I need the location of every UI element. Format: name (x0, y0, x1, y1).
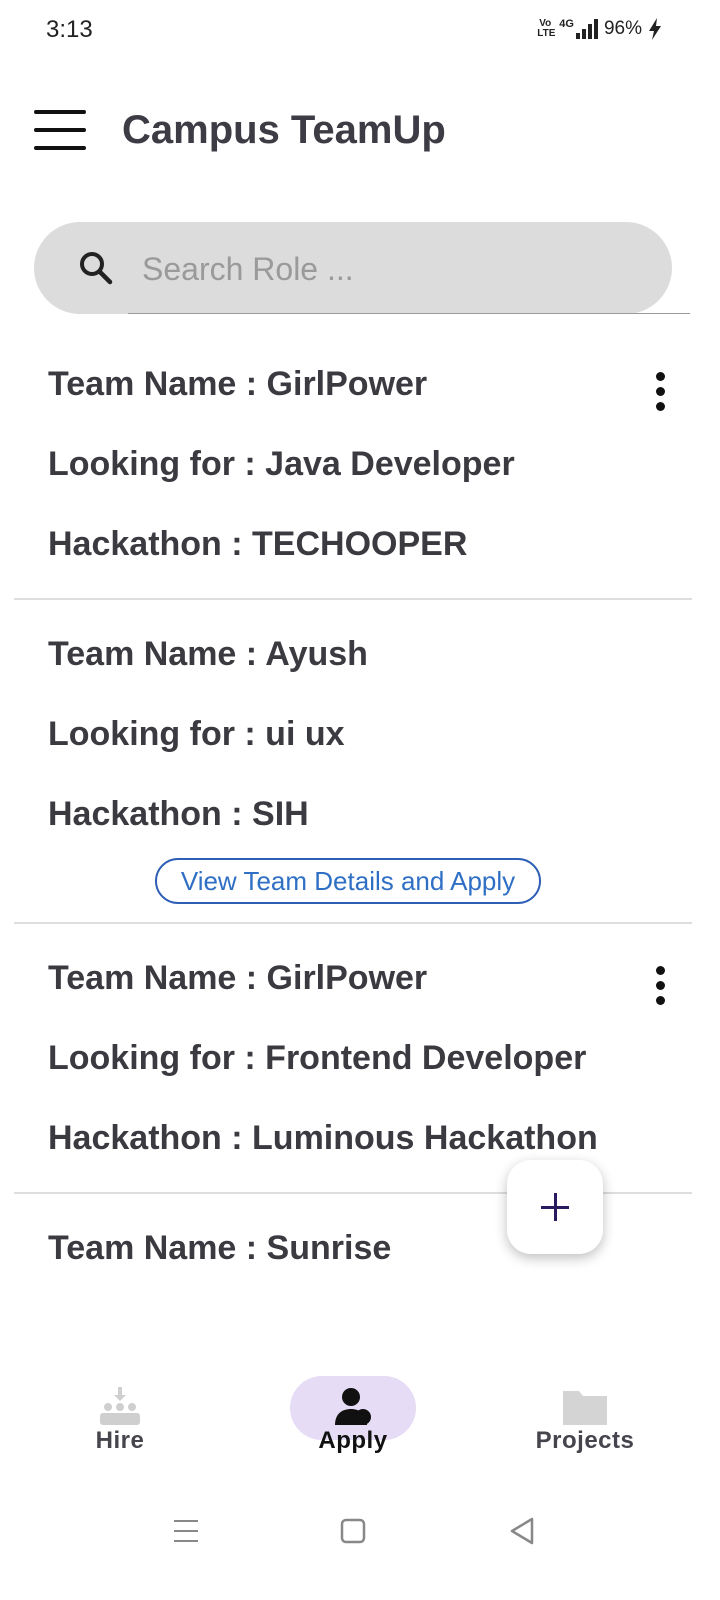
view-team-apply-button[interactable]: View Team Details and Apply (155, 858, 541, 904)
battery-percent: 96% (603, 18, 642, 39)
looking-for: Looking for : Java Developer (48, 445, 515, 483)
recents-icon[interactable] (166, 1511, 206, 1551)
nav-apply[interactable]: Apply (273, 1375, 433, 1465)
status-bar: 3:13 Vo LTE 4G 96% (0, 0, 720, 64)
hackathon: Hackathon : TECHOOPER (48, 525, 468, 563)
network-type: 4G (559, 18, 574, 30)
nav-hire-label: Hire (95, 1427, 145, 1454)
search-input[interactable] (142, 246, 642, 292)
status-time: 3:13 (46, 16, 93, 43)
charging-icon (649, 18, 661, 40)
hackathon: Hackathon : SIH (48, 795, 309, 833)
team-card[interactable]: Team Name : GirlPower Looking for : Java… (14, 330, 692, 600)
app-bar: Campus TeamUp (0, 88, 720, 176)
looking-for: Looking for : ui ux (48, 715, 345, 753)
team-card[interactable]: Team Name : Ayush Looking for : ui ux Ha… (14, 600, 692, 924)
more-options-icon[interactable] (652, 372, 668, 412)
folder-icon (563, 1391, 607, 1425)
bottom-nav: Hire Apply Projects (0, 1345, 720, 1485)
back-icon[interactable] (502, 1511, 542, 1551)
nav-projects-label: Projects (535, 1427, 635, 1454)
team-name: Team Name : GirlPower (48, 365, 428, 403)
more-options-icon[interactable] (652, 966, 668, 1006)
home-icon[interactable] (333, 1511, 373, 1551)
search-underline (128, 313, 690, 314)
nav-apply-label: Apply (318, 1427, 388, 1454)
nav-projects[interactable]: Projects (505, 1375, 665, 1465)
search-icon (80, 252, 113, 285)
nav-hire[interactable]: Hire (40, 1375, 200, 1465)
person-icon (335, 1388, 371, 1425)
team-card[interactable]: Team Name : GirlPower Looking for : Fron… (14, 924, 692, 1194)
team-name: Team Name : Ayush (48, 635, 368, 673)
menu-icon[interactable] (34, 108, 88, 152)
status-icons: Vo LTE 4G 96% (537, 18, 662, 40)
team-name: Team Name : GirlPower (48, 959, 428, 997)
volte-icon: Vo LTE (537, 18, 556, 39)
group-icon (100, 1387, 140, 1425)
add-team-button[interactable] (507, 1160, 603, 1254)
signal-icon (575, 19, 598, 39)
system-nav (0, 1485, 720, 1600)
search-bar[interactable] (34, 222, 690, 314)
team-list[interactable]: Team Name : GirlPower Looking for : Java… (0, 330, 720, 1345)
looking-for: Looking for : Frontend Developer (48, 1039, 587, 1077)
app-title: Campus TeamUp (122, 108, 446, 152)
